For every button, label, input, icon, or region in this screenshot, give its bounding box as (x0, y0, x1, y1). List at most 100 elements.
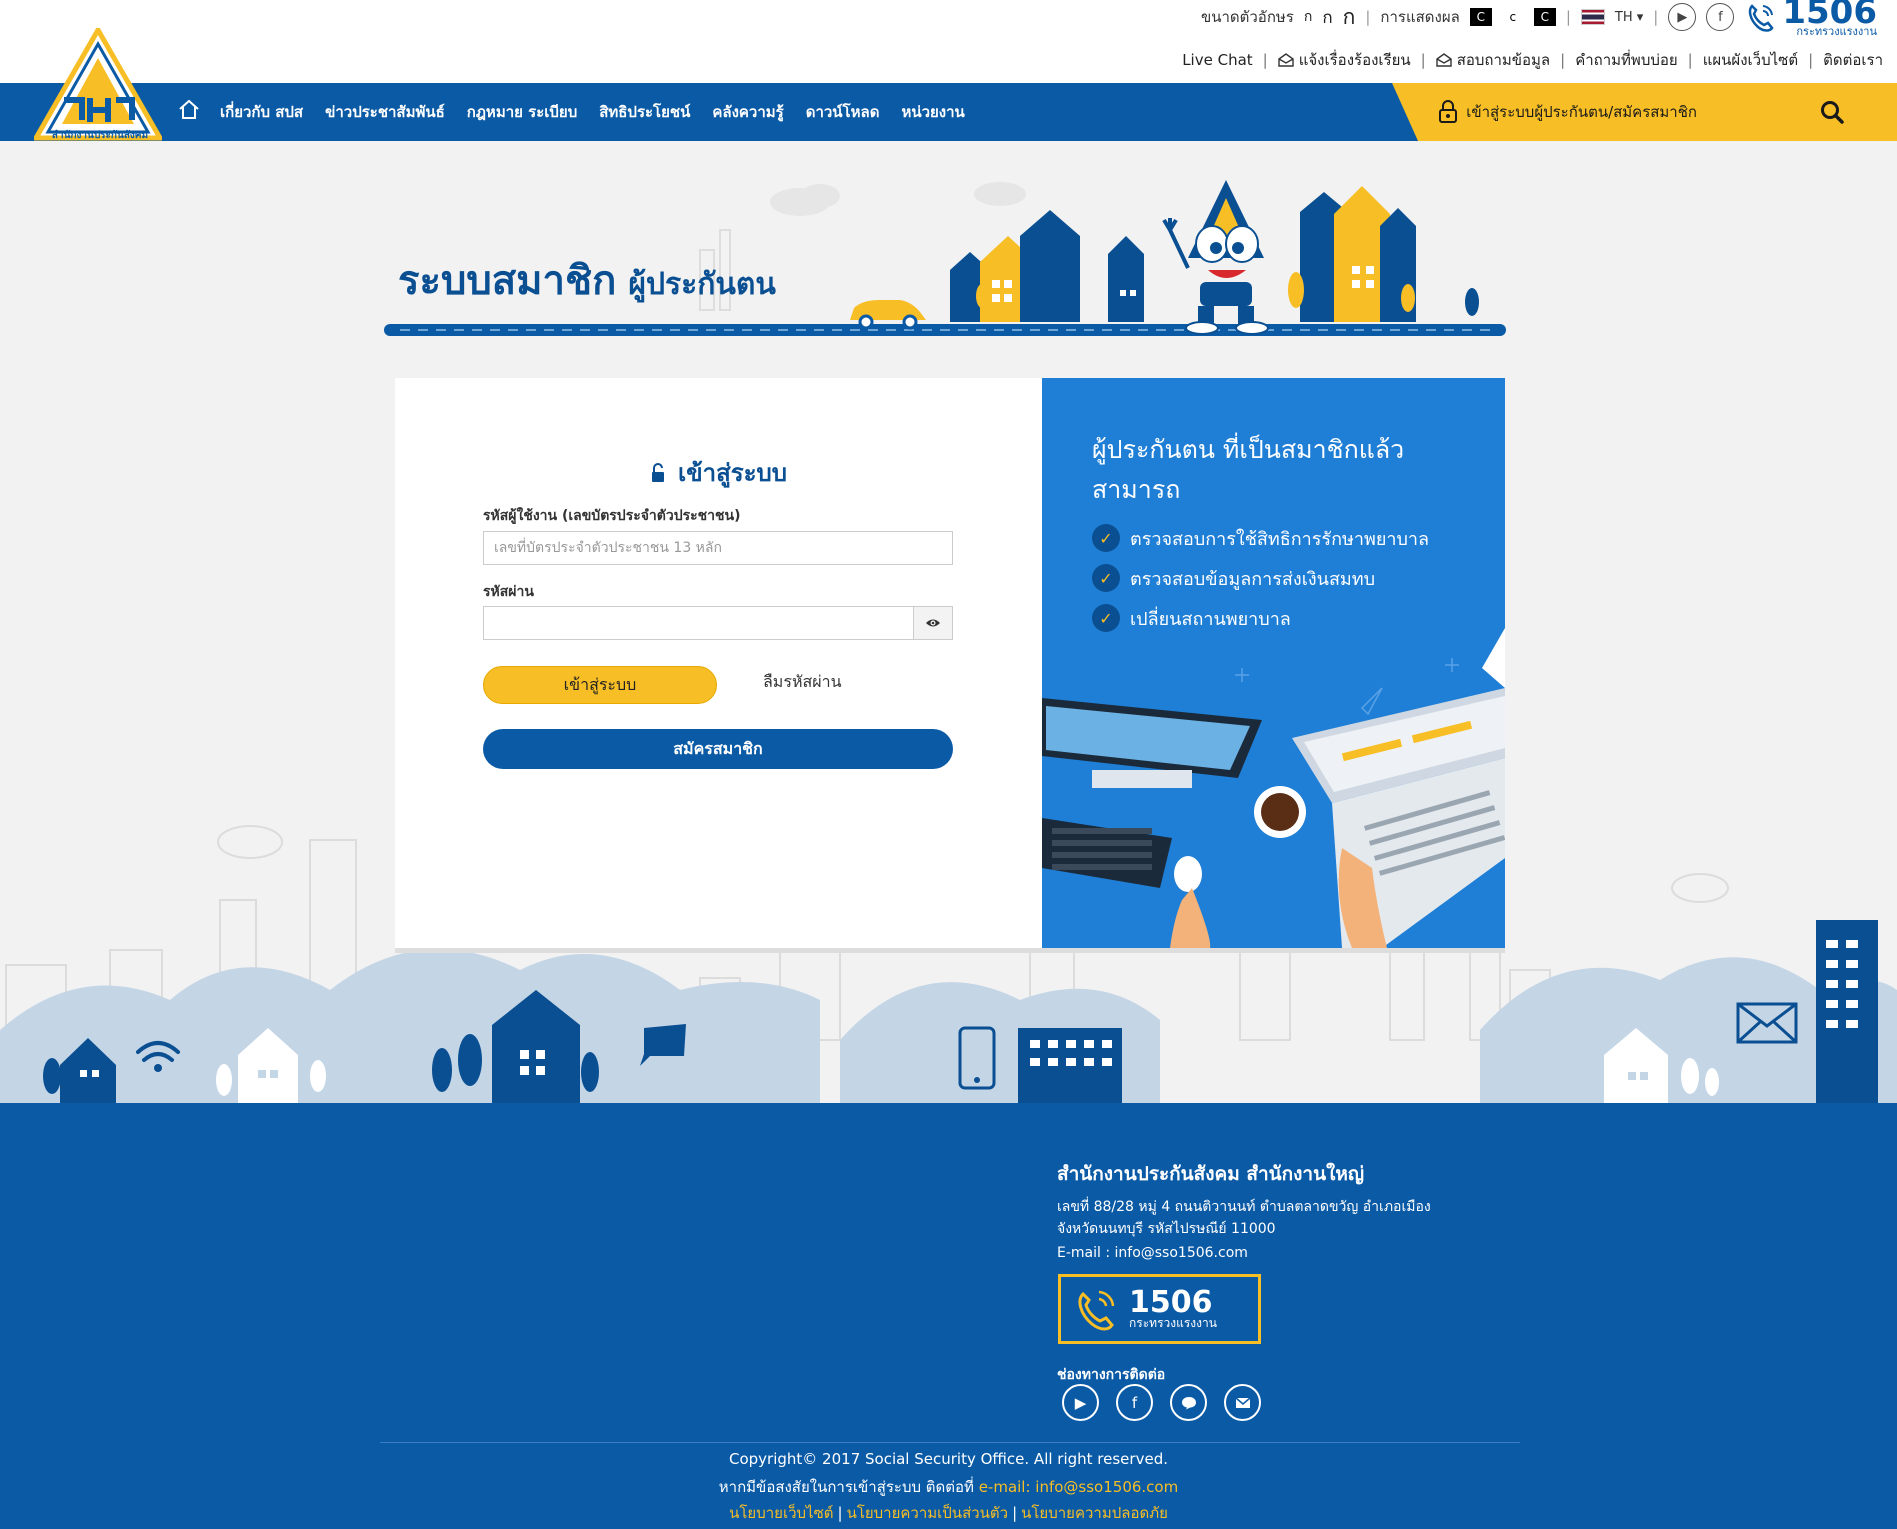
nav-item-units[interactable]: หน่วยงาน (901, 100, 964, 124)
login-help-email-link[interactable]: e-mail: info@sso1506.com (979, 1478, 1179, 1496)
main-navigation: เกี่ยวกับ สปส ข่าวประชาสัมพันธ์ กฎหมาย ร… (0, 83, 1897, 141)
envelope-icon (1436, 53, 1452, 67)
divider: | (1653, 8, 1659, 26)
benefits-title: ผู้ประกันตน ที่เป็นสมาชิกแล้ว สามารถ (1092, 435, 1405, 504)
username-input[interactable] (483, 531, 953, 565)
desk-illustration (1042, 628, 1505, 948)
hotline-badge[interactable]: 1506 กระทรวงแรงงาน (1744, 0, 1877, 37)
faq-link[interactable]: คำถามที่พบบ่อย (1575, 48, 1677, 72)
unlock-icon (652, 462, 664, 482)
logo-text: สำนักงานประกันสังคม (51, 130, 149, 141)
login-title: เข้าสู่ระบบ (395, 453, 1042, 492)
check-icon: ✓ (1092, 564, 1120, 592)
divider: | (1012, 1504, 1018, 1522)
footer-hotline-number: 1506 (1129, 1285, 1213, 1320)
member-benefits-panel: ผู้ประกันตน ที่เป็นสมาชิกแล้ว สามารถ ✓ ตร… (1042, 378, 1505, 948)
benefit-text: ตรวจสอบการใช้สิทธิการรักษาพยาบาล (1130, 528, 1430, 550)
website-policy-link[interactable]: นโยบายเว็บไซต์ (729, 1504, 833, 1522)
benefits-list: ✓ ตรวจสอบการใช้สิทธิการรักษาพยาบาล ✓ ตรวจส… (1092, 518, 1429, 638)
inquiry-link[interactable]: สอบถามข้อมูล (1436, 48, 1550, 72)
login-card: เข้าสู่ระบบ รหัสผู้ใช้งาน (เลขบัตรประจำต… (395, 378, 1505, 948)
member-login-link[interactable]: เข้าสู่ระบบผู้ประกันตน/สมัครสมาชิก (1438, 83, 1697, 141)
nav-item-download[interactable]: ดาวน์โหลด (806, 100, 880, 124)
nav-item-knowledge[interactable]: คลังความรู้ (712, 100, 783, 124)
list-item: ✓ ตรวจสอบการใช้สิทธิการรักษาพยาบาล (1092, 518, 1429, 558)
member-login-label: เข้าสู่ระบบผู้ประกันตน/สมัครสมาชิก (1466, 103, 1697, 121)
register-button[interactable]: สมัครสมาชิก (483, 729, 953, 769)
search-icon[interactable] (1819, 99, 1845, 125)
divider: | (1560, 51, 1566, 69)
page-title-main: ระบบสมาชิก (398, 258, 617, 304)
complaint-label: แจ้งเรื่องร้องเรียน (1298, 51, 1411, 69)
nav-item-news[interactable]: ข่าวประชาสัมพันธ์ (325, 100, 445, 124)
font-size-small-button[interactable]: ก (1304, 6, 1312, 28)
show-password-button[interactable] (913, 606, 953, 640)
contact-channels: ▶ f (1062, 1384, 1261, 1421)
quick-links-row: Live Chat | แจ้งเรื่องร้องเรียน | สอบถาม… (1182, 48, 1883, 72)
divider: | (1687, 51, 1693, 69)
security-policy-link[interactable]: นโยบายความปลอดภัย (1021, 1504, 1168, 1522)
divider: | (1365, 8, 1371, 26)
font-size-medium-button[interactable]: ก (1322, 4, 1332, 31)
login-button[interactable]: เข้าสู่ระบบ (483, 666, 717, 704)
sitemap-link[interactable]: แผนผังเว็บไซต์ (1703, 48, 1798, 72)
mascot-illustration (1162, 180, 1269, 335)
divider: | (1565, 8, 1571, 26)
youtube-icon[interactable]: ▶ (1668, 3, 1697, 31)
nav-item-benefits[interactable]: สิทธิประโยชน์ (599, 100, 690, 124)
page-title: ระบบสมาชิก ผู้ประกันตน (398, 248, 776, 312)
policy-links: นโยบายเว็บไซต์ | นโยบายความเป็นส่วนตัว | นโย… (0, 1501, 1897, 1525)
login-title-text: เข้าสู่ระบบ (678, 459, 787, 487)
channels-label: ช่องทางการติดต่อ (1057, 1367, 1166, 1383)
check-icon: ✓ (1092, 524, 1120, 552)
display-label: การแสดงผล (1380, 8, 1460, 26)
contrast-yellow-button[interactable]: C (1533, 8, 1556, 26)
contrast-normal-button[interactable]: c (1501, 8, 1524, 26)
envelope-icon (1278, 53, 1294, 67)
list-item: ✓ ตรวจสอบข้อมูลการส่งเงินสมทบ (1092, 558, 1429, 598)
page-title-sub: ผู้ประกันตน (628, 267, 776, 302)
nav-item-about[interactable]: เกี่ยวกับ สปส (220, 100, 303, 124)
thai-flag-icon[interactable] (1580, 9, 1605, 25)
font-size-large-button[interactable]: ก (1343, 1, 1356, 34)
login-form-panel: เข้าสู่ระบบ รหัสผู้ใช้งาน (เลขบัตรประจำต… (395, 378, 1042, 948)
contrast-dark-button[interactable]: C (1469, 8, 1492, 26)
home-icon[interactable] (178, 98, 200, 126)
chat-icon[interactable] (1170, 1384, 1207, 1421)
lock-icon (1439, 100, 1458, 123)
contact-link[interactable]: ติดต่อเรา (1823, 48, 1883, 72)
forgot-password-link[interactable]: ลืมรหัสผ่าน (763, 670, 842, 695)
footer-hotline-badge[interactable]: 1506 กระทรวงแรงงาน (1058, 1274, 1261, 1344)
phone-icon (1749, 4, 1774, 32)
mail-icon[interactable] (1224, 1384, 1261, 1421)
password-label: รหัสผ่าน (483, 584, 534, 600)
complaint-link[interactable]: แจ้งเรื่องร้องเรียน (1278, 48, 1411, 72)
divider: | (1808, 51, 1814, 69)
font-size-label: ขนาดตัวอักษร (1200, 8, 1294, 26)
footer-email[interactable]: E-mail : info@sso1506.com (1057, 1245, 1248, 1261)
facebook-icon[interactable]: f (1706, 3, 1735, 31)
inquiry-label: สอบถามข้อมูล (1456, 51, 1551, 69)
login-help-prefix: หากมีข้อสงสัยในการเข้าสู่ระบบ ติดต่อที่ (718, 1478, 974, 1496)
nav-item-law[interactable]: กฎหมาย ระเบียบ (467, 100, 577, 124)
footer-address-line2: จังหวัดนนทบุรี รหัสไปรษณีย์ 11000 (1057, 1221, 1276, 1237)
facebook-icon[interactable]: f (1116, 1384, 1153, 1421)
privacy-policy-link[interactable]: นโยบายความเป็นส่วนตัว (847, 1504, 1009, 1522)
divider: | (1420, 51, 1426, 69)
footer: สำนักงานประกันสังคม สำนักงานใหญ่ เลขที่ … (0, 1103, 1897, 1529)
language-select[interactable]: TH ▾ (1615, 10, 1643, 25)
password-input[interactable] (483, 606, 953, 640)
footer-hotline-sub: กระทรวงแรงงาน (1129, 1316, 1217, 1330)
sso-logo[interactable] (34, 28, 162, 144)
live-chat-link[interactable]: Live Chat (1182, 51, 1252, 69)
footer-org-title: สำนักงานประกันสังคม สำนักงานใหญ่ (1057, 1163, 1365, 1185)
footer-address-line1: เลขที่ 88/28 หมู่ 4 ถนนติวานนท์ ตำบลตลาด… (1057, 1199, 1431, 1215)
login-help-text: หากมีข้อสงสัยในการเข้าสู่ระบบ ติดต่อที่ … (0, 1475, 1897, 1499)
username-label: รหัสผู้ใช้งาน (เลขบัตรประจำตัวประชาชน) (483, 508, 741, 524)
divider: | (1262, 51, 1268, 69)
language-value: TH (1614, 9, 1633, 25)
accessibility-row: ขนาดตัวอักษร ก ก ก | การแสดงผล C c C | T… (1200, 0, 1877, 37)
phone-icon (1078, 1290, 1115, 1331)
hotline-number: 1506 (1782, 0, 1877, 32)
youtube-icon[interactable]: ▶ (1062, 1384, 1099, 1421)
